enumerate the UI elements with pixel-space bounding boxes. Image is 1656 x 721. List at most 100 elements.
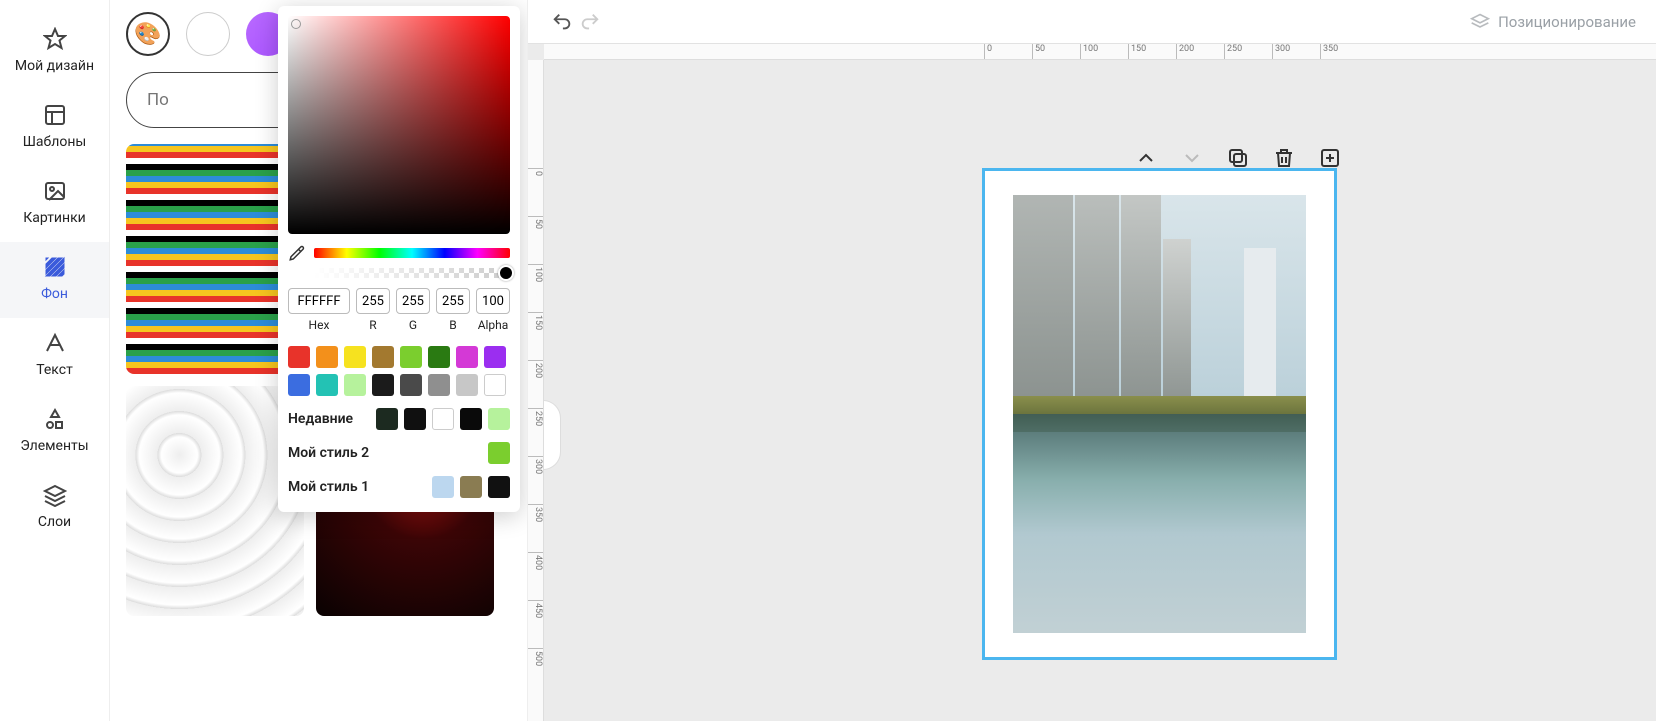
preset-swatch[interactable] — [316, 374, 338, 396]
sidebar: Мой дизайн Шаблоны Картинки Фон Текст Эл… — [0, 0, 110, 721]
ruler-tick: 50 — [528, 216, 543, 229]
topbar: Позиционирование — [528, 0, 1656, 44]
ruler-horizontal: 0 50 100 150 200 250 300 350 — [544, 44, 1656, 60]
canvas-area: Позиционирование 0 50 100 150 200 250 300 350 0… — [528, 0, 1656, 721]
work-surface[interactable] — [544, 60, 1656, 721]
preset-swatch[interactable] — [288, 346, 310, 368]
palette-button[interactable]: 🎨 — [126, 12, 170, 56]
preset-swatch[interactable] — [456, 346, 478, 368]
b-label: B — [436, 318, 470, 332]
alpha-input[interactable] — [476, 288, 510, 314]
sidebar-item-background[interactable]: Фон — [0, 242, 109, 318]
image-icon — [42, 178, 68, 204]
ruler-tick: 300 — [1272, 44, 1290, 59]
recent-swatch[interactable] — [404, 408, 426, 430]
preset-swatch[interactable] — [372, 346, 394, 368]
background-panel: 🎨 — [110, 0, 528, 721]
preset-swatch[interactable] — [344, 374, 366, 396]
swatch-white[interactable] — [186, 12, 230, 56]
ruler-tick: 250 — [1224, 44, 1242, 59]
shapes-icon — [42, 406, 68, 432]
ruler-tick: 150 — [1128, 44, 1146, 59]
alpha-thumb[interactable] — [498, 265, 514, 281]
sidebar-item-label: Слои — [38, 514, 71, 530]
star-icon — [42, 26, 68, 52]
ruler-tick: 250 — [528, 408, 543, 426]
g-label: G — [396, 318, 430, 332]
r-input[interactable] — [356, 288, 390, 314]
panel-handle[interactable] — [544, 400, 561, 470]
ruler-tick: 350 — [1320, 44, 1338, 59]
undo-button[interactable] — [548, 8, 576, 36]
sidebar-item-label: Текст — [36, 362, 73, 378]
photo-content — [1013, 195, 1306, 633]
style-swatch[interactable] — [460, 476, 482, 498]
preset-swatch[interactable] — [400, 374, 422, 396]
preset-swatch[interactable] — [456, 374, 478, 396]
ruler-tick: 350 — [528, 504, 543, 522]
eyedropper-icon[interactable] — [288, 244, 306, 262]
ruler-tick: 0 — [528, 168, 543, 176]
hex-input[interactable] — [288, 288, 350, 314]
layers-icon — [1470, 12, 1490, 32]
style-swatch[interactable] — [488, 476, 510, 498]
preset-colors — [288, 346, 510, 396]
preset-swatch[interactable] — [400, 346, 422, 368]
hue-slider[interactable] — [314, 248, 510, 258]
sidebar-item-my-design[interactable]: Мой дизайн — [0, 14, 109, 90]
alpha-slider[interactable] — [314, 268, 510, 278]
ruler-tick: 500 — [528, 648, 543, 666]
style1-label: Мой стиль 1 — [288, 479, 369, 495]
saturation-cursor[interactable] — [291, 19, 301, 29]
sidebar-item-templates[interactable]: Шаблоны — [0, 90, 109, 166]
ruler-tick: 150 — [528, 312, 543, 330]
sidebar-item-elements[interactable]: Элементы — [0, 394, 109, 470]
sidebar-item-layers[interactable]: Слои — [0, 470, 109, 546]
canvas-page[interactable] — [982, 168, 1337, 660]
r-label: R — [356, 318, 390, 332]
sidebar-item-label: Шаблоны — [23, 134, 87, 150]
preset-swatch[interactable] — [484, 374, 506, 396]
recent-swatch[interactable] — [460, 408, 482, 430]
positioning-button[interactable]: Позиционирование — [1470, 12, 1636, 32]
preset-swatch[interactable] — [428, 374, 450, 396]
hex-label: Hex — [288, 318, 350, 332]
recent-label: Недавние — [288, 411, 353, 427]
style-swatch[interactable] — [488, 442, 510, 464]
ruler-tick: 100 — [528, 264, 543, 282]
b-input[interactable] — [436, 288, 470, 314]
preset-swatch[interactable] — [344, 346, 366, 368]
recent-swatch[interactable] — [488, 408, 510, 430]
ruler-tick: 0 — [984, 44, 992, 59]
ruler-tick: 300 — [528, 456, 543, 474]
recent-swatch[interactable] — [376, 408, 398, 430]
preset-swatch[interactable] — [428, 346, 450, 368]
preset-swatch[interactable] — [316, 346, 338, 368]
text-icon — [42, 330, 68, 356]
style-swatch[interactable] — [432, 476, 454, 498]
g-input[interactable] — [396, 288, 430, 314]
ruler-tick: 100 — [1080, 44, 1098, 59]
sidebar-item-label: Мой дизайн — [15, 58, 94, 74]
sidebar-item-label: Картинки — [23, 210, 85, 226]
ruler-tick: 50 — [1032, 44, 1045, 59]
ruler-vertical: 0 50 100 150 200 250 300 350 400 450 500 — [528, 60, 544, 721]
hatch-icon — [42, 254, 68, 280]
sidebar-item-text[interactable]: Текст — [0, 318, 109, 394]
ruler-tick: 400 — [528, 552, 543, 570]
preset-swatch[interactable] — [372, 374, 394, 396]
sidebar-item-label: Фон — [41, 286, 68, 302]
alpha-label: Alpha — [476, 318, 510, 332]
ruler-tick: 450 — [528, 600, 543, 618]
preset-swatch[interactable] — [484, 346, 506, 368]
style2-label: Мой стиль 2 — [288, 445, 369, 461]
recent-swatch[interactable] — [432, 408, 454, 430]
sidebar-item-label: Элементы — [20, 438, 88, 454]
template-icon — [42, 102, 68, 128]
sidebar-item-images[interactable]: Картинки — [0, 166, 109, 242]
ruler-tick: 200 — [528, 360, 543, 378]
ruler-tick: 200 — [1176, 44, 1194, 59]
redo-button[interactable] — [576, 8, 604, 36]
saturation-field[interactable] — [288, 16, 510, 234]
preset-swatch[interactable] — [288, 374, 310, 396]
